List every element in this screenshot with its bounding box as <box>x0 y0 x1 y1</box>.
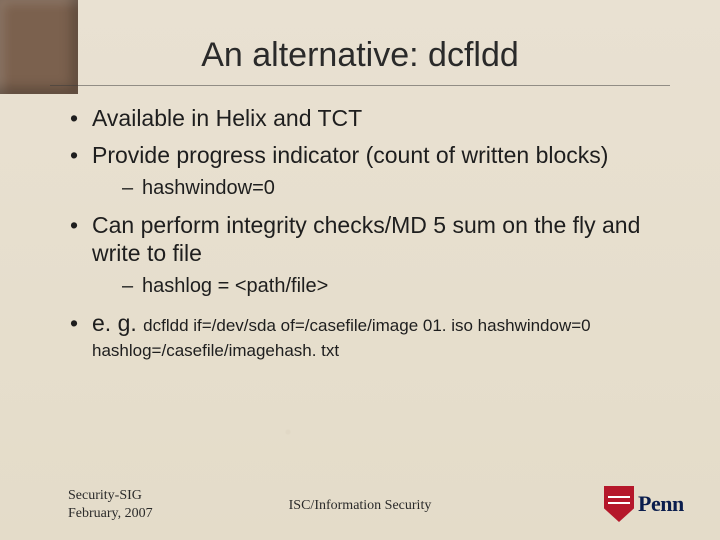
example-lead: e. g. <box>92 310 143 336</box>
footer-center-text: ISC/Information Security <box>289 498 432 513</box>
bullet-item: e. g. dcfldd if=/dev/sda of=/casefile/im… <box>70 309 666 361</box>
bullet-item: Available in Helix and TCT <box>70 104 666 133</box>
sub-bullet-item: hashwindow=0 <box>122 176 666 201</box>
logo-text: Penn <box>638 491 684 517</box>
bullet-text: Provide progress indicator (count of wri… <box>92 142 608 168</box>
sub-bullet-text: hashwindow=0 <box>142 177 275 199</box>
sub-bullet-item: hashlog = <path/file> <box>122 274 666 299</box>
bullet-text: Available in Helix and TCT <box>92 105 362 131</box>
penn-logo: Penn <box>604 484 694 524</box>
slide-title: An alternative: dcfldd <box>26 36 694 75</box>
slide-body: An alternative: dcfldd Available in Heli… <box>26 14 694 526</box>
bullet-item: Provide progress indicator (count of wri… <box>70 141 666 201</box>
sub-bullet-list: hashwindow=0 <box>122 176 666 201</box>
sub-bullet-list: hashlog = <path/file> <box>122 274 666 299</box>
example-command: dcfldd if=/dev/sda of=/casefile/image 01… <box>143 316 590 335</box>
shield-icon <box>604 486 634 522</box>
title-underline <box>50 85 670 86</box>
bullet-list: Available in Helix and TCT Provide progr… <box>70 104 666 361</box>
sub-bullet-text: hashlog = <path/file> <box>142 275 328 297</box>
bullet-text: Can perform integrity checks/MD 5 sum on… <box>92 212 640 267</box>
example-command-continued: hashlog=/casefile/imagehash. txt <box>92 340 666 361</box>
bullet-item: Can perform integrity checks/MD 5 sum on… <box>70 211 666 300</box>
